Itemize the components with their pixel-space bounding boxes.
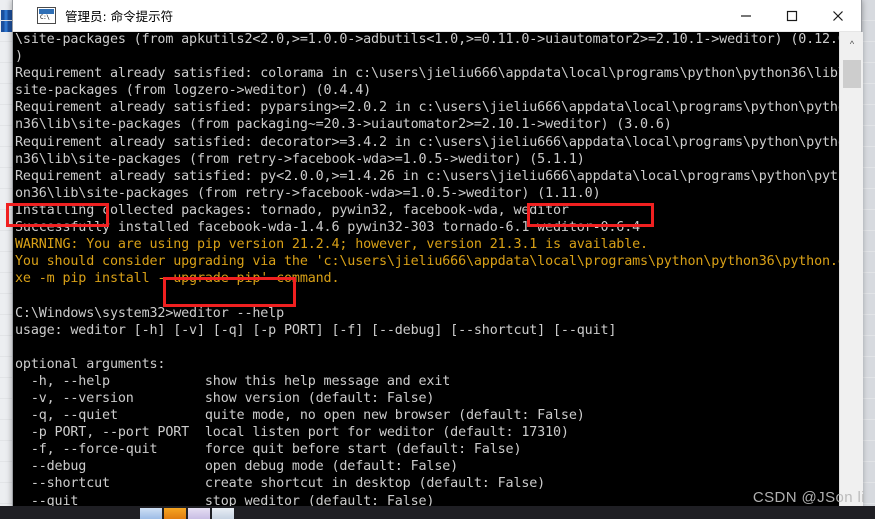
close-button[interactable]	[815, 0, 861, 31]
taskbar-item-4-icon[interactable]	[212, 508, 234, 519]
scroll-up-arrow-icon[interactable]: ^	[840, 32, 863, 56]
console-line: n36\lib\site-packages (from retry->faceb…	[15, 151, 585, 167]
taskbar-item-1-icon[interactable]	[140, 508, 162, 519]
console-line: n36\lib\site-packages (from packaging~=2…	[15, 117, 672, 133]
cmd-icon: C:\	[37, 7, 56, 24]
console-line: -h, --help show this help message and ex…	[15, 373, 451, 389]
console-line: xe -m pip install --upgrade pip' command…	[15, 271, 340, 287]
console-line: Requirement already satisfied: pyparsing…	[15, 100, 846, 116]
minimize-icon	[741, 14, 751, 17]
console-line: Requirement already satisfied: colorama …	[15, 66, 846, 82]
console-line: site-packages (from logzero->weditor) (0…	[15, 83, 372, 99]
taskbar[interactable]	[0, 506, 875, 519]
console-line: WARNING: You are using pip version 21.2.…	[15, 237, 648, 253]
taskbar-item-3-icon[interactable]	[188, 508, 210, 519]
console-output-area[interactable]: \site-packages (from apkutils2<2.0,>=1.0…	[13, 32, 863, 508]
console-text: \site-packages (from apkutils2<2.0,>=1.0…	[13, 32, 846, 508]
console-line: on36\lib\site-packages (from retry->face…	[15, 185, 601, 201]
console-line: Requirement already satisfied: py<2.0.0,…	[15, 168, 846, 184]
csdn-watermark: CSDN @JSon li	[752, 489, 865, 506]
maximize-icon	[786, 10, 798, 21]
console-line: Requirement already satisfied: decorator…	[15, 134, 846, 150]
maximize-button[interactable]	[769, 0, 815, 31]
console-line: -f, --force-quit force quit before start…	[15, 442, 522, 458]
taskbar-icon-group[interactable]	[140, 506, 420, 519]
window-titlebar[interactable]: C:\ 管理员: 命令提示符	[13, 0, 861, 32]
console-line: Installing collected packages: tornado, …	[15, 202, 569, 218]
console-line: --debug open debug mode (default: False)	[15, 459, 459, 475]
console-line: usage: weditor [-h] [-v] [-q] [-p PORT] …	[15, 322, 617, 338]
console-line: )	[15, 49, 23, 65]
console-scrollbar[interactable]: ^	[839, 32, 863, 508]
close-icon	[833, 10, 843, 21]
scrollbar-thumb[interactable]	[843, 60, 861, 88]
console-line: --shortcut create shortcut in desktop (d…	[15, 476, 546, 492]
console-line: You should consider upgrading via the 'c…	[15, 254, 846, 270]
window-title: 管理员: 命令提示符	[65, 9, 174, 24]
console-line: -p PORT, --port PORT local listen port f…	[15, 425, 569, 441]
taskbar-item-2-icon[interactable]	[164, 508, 186, 519]
minimize-button[interactable]	[723, 0, 769, 31]
command-prompt-window[interactable]: C:\ 管理员: 命令提示符 \site-packages (from apku…	[12, 0, 863, 508]
console-line: -v, --version show version (default: Fal…	[15, 390, 435, 406]
console-line: C:\Windows\system32>weditor --help	[15, 305, 285, 321]
console-line: Successfully installed facebook-wda-1.4.…	[15, 220, 641, 236]
console-line: \site-packages (from apkutils2<2.0,>=1.0…	[15, 32, 846, 47]
console-line: -q, --quiet quite mode, no open new brow…	[15, 408, 585, 424]
console-line: optional arguments:	[15, 356, 166, 372]
screenshot-root: C:\ 管理员: 命令提示符 \site-packages (from apku…	[0, 0, 875, 519]
